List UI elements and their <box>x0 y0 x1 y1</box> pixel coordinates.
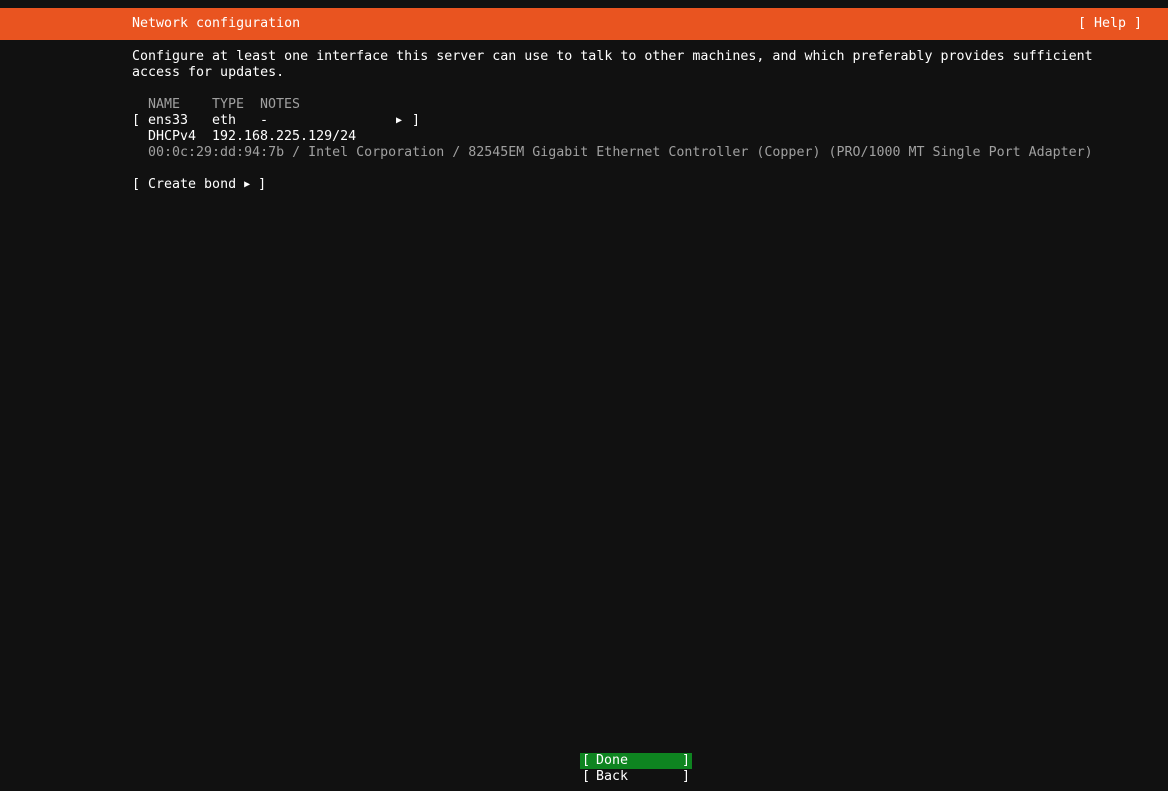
description-line-2: access for updates. <box>132 65 285 80</box>
ip-address: 192.168.225.129/24 <box>212 129 357 144</box>
hardware-info: 00:0c:29:dd:94:7b / Intel Corporation / … <box>148 145 1093 160</box>
header-bar: Network configuration [ Help ] <box>0 8 1168 40</box>
interface-name: ens33 <box>148 113 189 128</box>
done-label: Done <box>596 753 629 768</box>
bracket-open: [ <box>132 177 149 192</box>
description-line-1: Configure at least one interface this se… <box>132 49 1093 64</box>
row-bracket-close: ] <box>412 113 421 128</box>
create-bond-label: Create bond <box>148 177 237 192</box>
back-label: Back <box>596 769 629 784</box>
help-button[interactable]: [ Help ] <box>1078 16 1142 32</box>
address-method: DHCPv4 <box>148 129 197 144</box>
column-header-notes: NOTES <box>260 97 301 112</box>
interface-type: eth <box>212 113 237 128</box>
done-button[interactable]: [Done] <box>580 753 692 769</box>
column-header-name: NAME <box>148 97 181 112</box>
interface-menu-arrow-icon[interactable]: ▶ <box>396 113 402 129</box>
back-button[interactable]: [Back] <box>580 769 692 785</box>
row-bracket-open: [ <box>132 113 141 128</box>
column-header-type: TYPE <box>212 97 245 112</box>
create-bond-button[interactable]: [ Create bond ▶ ] <box>132 177 266 193</box>
page-title: Network configuration <box>132 16 301 31</box>
interface-notes: - <box>260 113 269 128</box>
